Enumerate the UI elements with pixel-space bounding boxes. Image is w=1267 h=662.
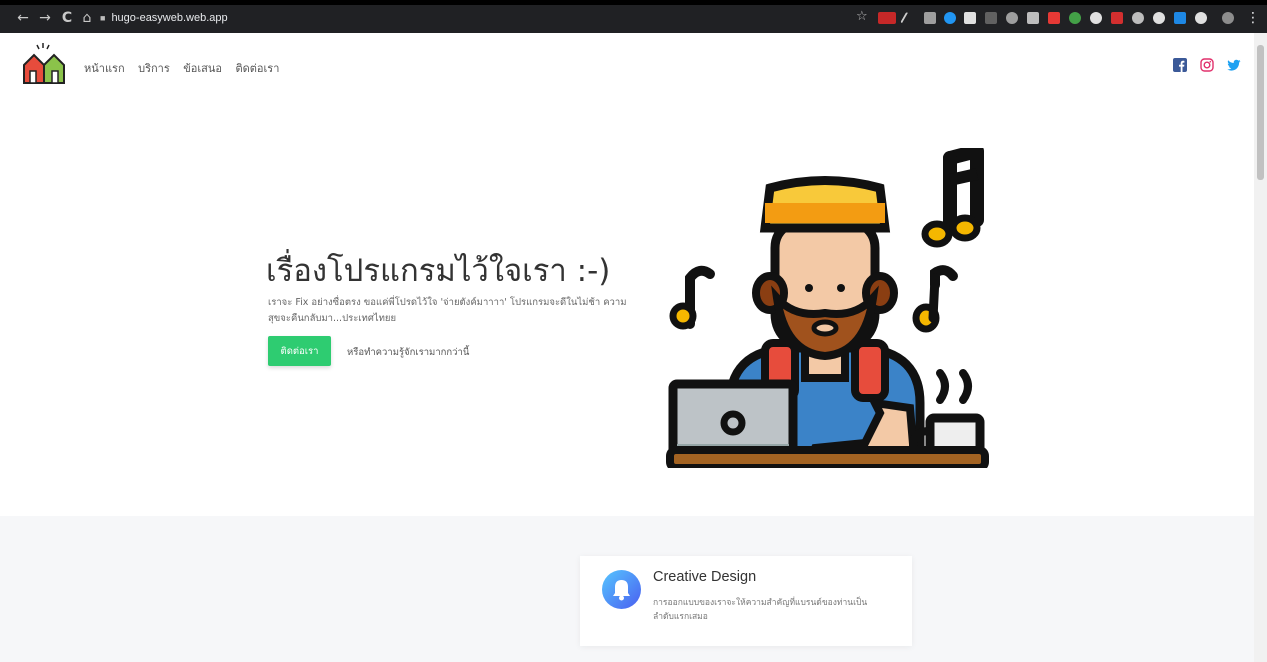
feature-description: การออกแบบของเราจะให้ความสำคัญที่แบรนด์ขอ… [653, 598, 868, 622]
forward-icon[interactable]: → [36, 9, 54, 27]
extension-icon[interactable] [964, 12, 976, 24]
main-nav: หน้าแรก บริการ ข้อเสนอ ติดต่อเรา [84, 59, 289, 77]
scroll-thumb[interactable] [1257, 45, 1264, 180]
extension-icon[interactable] [1132, 12, 1144, 24]
home-icon[interactable]: ⌂ [78, 9, 96, 27]
instagram-icon[interactable] [1200, 58, 1214, 72]
facebook-icon[interactable] [1173, 58, 1187, 72]
feature-title: Creative Design [653, 569, 757, 585]
extension-icon[interactable] [1090, 12, 1102, 24]
bookmark-star-icon[interactable]: ☆ [856, 9, 868, 24]
hero-description: เราจะ Fix อย่างซื่อตรง ขอแค่พี่โปรดไว้ใจ… [268, 297, 627, 324]
extension-icon[interactable] [1006, 12, 1018, 24]
contact-button[interactable]: ติดต่อเรา [268, 336, 331, 366]
features-section: Creative Design การออกแบบของเราจะให้ความ… [0, 516, 1254, 662]
logo[interactable] [22, 43, 66, 87]
extension-icon[interactable] [924, 12, 936, 24]
profile-avatar[interactable] [1222, 12, 1234, 24]
extension-icon[interactable] [1174, 12, 1186, 24]
bell-icon [602, 570, 641, 609]
twitter-icon[interactable] [1227, 58, 1241, 72]
web-page: หน้าแรก บริการ ข้อเสนอ ติดต่อเรา เรื่องโ… [0, 33, 1254, 662]
lock-icon: ■ [100, 13, 106, 23]
nav-item-home[interactable]: หน้าแรก [84, 62, 125, 75]
browser-toolbar: ← → C ⌂ ■ hugo-easyweb.web.app ☆ ⋮ [0, 0, 1267, 33]
reload-icon[interactable]: C [58, 9, 76, 27]
extension-icon[interactable] [1153, 12, 1165, 24]
back-icon[interactable]: ← [14, 9, 32, 27]
nav-item-contact[interactable]: ติดต่อเรา [235, 62, 279, 75]
extension-icon[interactable] [944, 12, 956, 24]
extension-icon[interactable] [900, 11, 910, 25]
nav-item-services[interactable]: บริการ [138, 62, 170, 75]
extension-icon[interactable] [1027, 12, 1039, 24]
hero-title: เรื่องโปรแกรมไว้ใจเรา :-) [266, 253, 611, 289]
extension-icon[interactable] [878, 12, 896, 24]
learn-more-link[interactable]: หรือทำความรู้จักเรามากกว่านี้ [347, 345, 469, 360]
page-scrollbar[interactable] [1254, 33, 1267, 662]
address-bar[interactable]: ■ hugo-easyweb.web.app [100, 9, 228, 27]
developer-illustration [666, 148, 989, 468]
feature-card-creative-design: Creative Design การออกแบบของเราจะให้ความ… [580, 556, 912, 646]
extension-icon[interactable] [985, 12, 997, 24]
extension-icon[interactable] [1111, 12, 1123, 24]
browser-menu-icon[interactable]: ⋮ [1244, 9, 1262, 27]
url-text: hugo-easyweb.web.app [111, 12, 228, 24]
extension-icon[interactable] [1195, 12, 1207, 24]
extension-icon[interactable] [1048, 12, 1060, 24]
nav-item-offers[interactable]: ข้อเสนอ [183, 62, 222, 75]
extension-icon[interactable] [1069, 12, 1081, 24]
